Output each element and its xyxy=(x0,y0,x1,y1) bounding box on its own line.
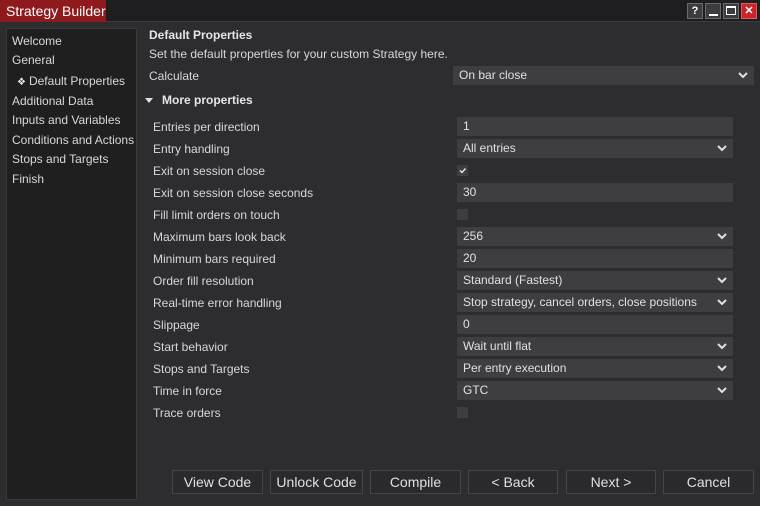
prop-label-fill-limit-orders-on-touch: Fill limit orders on touch xyxy=(153,208,280,222)
chevron-down-icon xyxy=(738,72,748,79)
checkmark-icon xyxy=(459,168,467,174)
fill-limit-orders-on-touch-checkbox[interactable] xyxy=(457,209,468,220)
wizard-sidebar: Welcome General ❖ Default Properties Addi… xyxy=(6,28,137,500)
field-value: 30 xyxy=(463,185,477,199)
prop-label-exit-on-session-close-seconds: Exit on session close seconds xyxy=(153,186,314,200)
maximum-bars-look-back-select[interactable]: 256 xyxy=(457,227,733,246)
sidebar-item-finish[interactable]: Finish xyxy=(12,172,44,186)
window-controls: ? ✕ xyxy=(687,3,757,19)
prop-label-real-time-error-handling: Real-time error handling xyxy=(153,296,282,310)
entry-handling-select[interactable]: All entries xyxy=(457,139,733,158)
trace-orders-checkbox[interactable] xyxy=(457,407,468,418)
prop-label-slippage: Slippage xyxy=(153,318,200,332)
field-value: 20 xyxy=(463,251,477,265)
prop-label-maximum-bars-look-back: Maximum bars look back xyxy=(153,230,286,244)
prop-label-minimum-bars-required: Minimum bars required xyxy=(153,252,276,266)
prop-label-entries-per-direction: Entries per direction xyxy=(153,120,260,134)
maximize-button[interactable] xyxy=(723,3,739,19)
view-code-button[interactable]: View Code xyxy=(172,470,263,494)
chevron-down-icon xyxy=(717,343,727,350)
time-in-force-select[interactable]: GTC xyxy=(457,381,733,400)
prop-label-order-fill-resolution: Order fill resolution xyxy=(153,274,254,288)
diamond-bullet-icon: ❖ xyxy=(17,77,26,88)
sidebar-item-inputs-and-variables[interactable]: Inputs and Variables xyxy=(12,113,121,127)
more-properties-label: More properties xyxy=(162,93,253,107)
prop-label-trace-orders: Trace orders xyxy=(153,406,221,420)
exit-on-session-close-seconds-input[interactable]: 30 xyxy=(457,183,733,202)
minimize-icon xyxy=(708,14,718,16)
cancel-button[interactable]: Cancel xyxy=(663,470,754,494)
close-button[interactable]: ✕ xyxy=(741,3,757,19)
page-title: Default Properties xyxy=(149,28,253,42)
chevron-down-icon xyxy=(717,145,727,152)
calculate-select[interactable]: On bar close xyxy=(453,66,754,85)
prop-label-stops-and-targets: Stops and Targets xyxy=(153,362,250,376)
page-description: Set the default properties for your cust… xyxy=(149,47,448,61)
order-fill-resolution-select[interactable]: Standard (Fastest) xyxy=(457,271,733,290)
chevron-down-icon xyxy=(717,233,727,240)
close-icon: ✕ xyxy=(744,5,754,17)
chevron-down-icon xyxy=(717,277,727,284)
maximize-icon xyxy=(726,6,736,15)
exit-on-session-close-checkbox[interactable] xyxy=(457,165,468,176)
compile-button[interactable]: Compile xyxy=(370,470,461,494)
expand-triangle-icon xyxy=(145,97,153,103)
calculate-label: Calculate xyxy=(149,69,200,83)
field-value: Wait until flat xyxy=(463,339,532,353)
field-value: Stop strategy, cancel orders, close posi… xyxy=(463,295,697,309)
calculate-value: On bar close xyxy=(459,68,528,82)
prop-label-time-in-force: Time in force xyxy=(153,384,222,398)
chevron-down-icon xyxy=(717,365,727,372)
unlock-code-button[interactable]: Unlock Code xyxy=(270,470,363,494)
minimum-bars-required-input[interactable]: 20 xyxy=(457,249,733,268)
sidebar-item-stops-and-targets[interactable]: Stops and Targets xyxy=(12,152,109,166)
field-value: 256 xyxy=(463,229,484,243)
field-value: GTC xyxy=(463,383,489,397)
prop-label-start-behavior: Start behavior xyxy=(153,340,228,354)
field-value: Standard (Fastest) xyxy=(463,273,563,287)
minimize-button[interactable] xyxy=(705,3,721,19)
real-time-error-handling-select[interactable]: Stop strategy, cancel orders, close posi… xyxy=(457,293,733,312)
prop-label-entry-handling: Entry handling xyxy=(153,142,230,156)
title-bar: Strategy Builder ? ✕ xyxy=(0,0,760,22)
sidebar-item-general[interactable]: General xyxy=(12,53,55,67)
field-value: Per entry execution xyxy=(463,361,567,375)
sidebar-item-additional-data[interactable]: Additional Data xyxy=(12,94,93,108)
window-title: Strategy Builder xyxy=(0,0,106,22)
back-button[interactable]: < Back xyxy=(468,470,558,494)
chevron-down-icon xyxy=(717,387,727,394)
more-properties-toggle[interactable]: More properties xyxy=(145,93,253,107)
help-icon: ? xyxy=(691,5,699,17)
prop-label-exit-on-session-close: Exit on session close xyxy=(153,164,266,178)
next-button[interactable]: Next > xyxy=(566,470,656,494)
slippage-input[interactable]: 0 xyxy=(457,315,733,334)
field-value: All entries xyxy=(463,141,516,155)
help-button[interactable]: ? xyxy=(687,3,703,19)
chevron-down-icon xyxy=(717,299,727,306)
sidebar-item-conditions-and-actions[interactable]: Conditions and Actions xyxy=(12,133,134,147)
field-value: 1 xyxy=(463,119,470,133)
start-behavior-select[interactable]: Wait until flat xyxy=(457,337,733,356)
entries-per-direction-input[interactable]: 1 xyxy=(457,117,733,136)
sidebar-item-default-properties[interactable]: ❖ Default Properties xyxy=(17,74,125,88)
stops-and-targets-select[interactable]: Per entry execution xyxy=(457,359,733,378)
field-value: 0 xyxy=(463,317,470,331)
sidebar-item-label: Default Properties xyxy=(28,74,126,88)
sidebar-item-welcome[interactable]: Welcome xyxy=(12,34,62,48)
